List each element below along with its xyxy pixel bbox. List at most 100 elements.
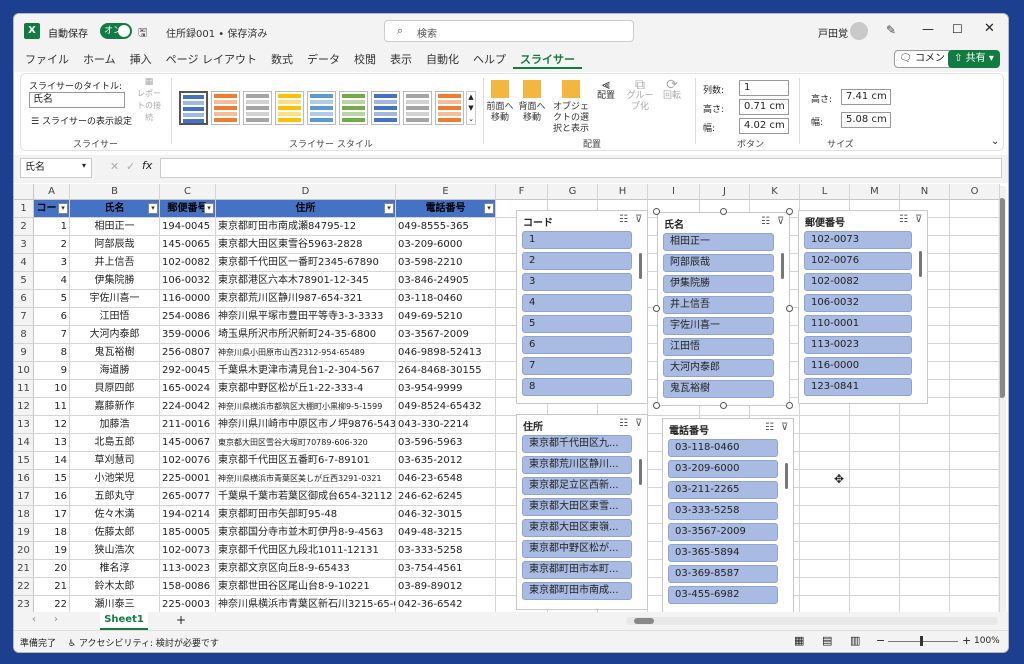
empty-cell[interactable] bbox=[800, 452, 850, 470]
empty-cell[interactable] bbox=[900, 470, 950, 488]
slicer-item[interactable]: 3 bbox=[522, 273, 632, 291]
table-cell[interactable]: 貝原四郎 bbox=[70, 380, 160, 398]
tab-5[interactable]: データ bbox=[300, 51, 347, 69]
column-header[interactable]: E bbox=[396, 184, 496, 200]
table-cell[interactable]: 145-0067 bbox=[160, 434, 216, 452]
slicer-scrollbar[interactable] bbox=[785, 463, 788, 489]
table-cell[interactable]: 加藤浩 bbox=[70, 416, 160, 434]
table-cell[interactable]: 116-0000 bbox=[160, 290, 216, 308]
page-break-icon[interactable]: ▥ bbox=[850, 634, 860, 647]
slicer-item[interactable]: 5 bbox=[522, 315, 632, 333]
filter-dropdown-icon[interactable]: ▾ bbox=[58, 203, 68, 214]
table-cell[interactable]: 145-0065 bbox=[160, 236, 216, 254]
style-swatch[interactable] bbox=[371, 91, 400, 125]
name-box-dropdown-icon[interactable]: ▾ bbox=[82, 161, 86, 170]
tab-2[interactable]: 挿入 bbox=[123, 51, 159, 69]
table-cell[interactable]: 東京都大田区雪谷大塚町70789-606-320 bbox=[216, 434, 396, 452]
slicer-item[interactable]: 102-0073 bbox=[804, 231, 912, 249]
row-header[interactable]: 18 bbox=[14, 506, 34, 524]
table-cell[interactable]: 千葉県木更津市清見台1-2-304-567 bbox=[216, 362, 396, 380]
empty-cell[interactable] bbox=[800, 542, 850, 560]
table-header-cell[interactable]: 住所 ▾ bbox=[216, 200, 396, 218]
row-header[interactable]: 14 bbox=[14, 434, 34, 452]
empty-cell[interactable] bbox=[800, 434, 850, 452]
table-cell[interactable]: 草刈慧司 bbox=[70, 452, 160, 470]
table-cell[interactable]: 10 bbox=[34, 380, 70, 398]
filter-dropdown-icon[interactable]: ▾ bbox=[484, 203, 494, 214]
table-cell[interactable]: 千葉県千葉市若葉区御成台654-32112 bbox=[216, 488, 396, 506]
table-cell[interactable]: 佐藤太郎 bbox=[70, 524, 160, 542]
slicer-caption-input[interactable]: 氏名 bbox=[29, 92, 125, 108]
empty-cell[interactable] bbox=[950, 560, 1000, 578]
autosave-toggle[interactable]: オン bbox=[100, 23, 132, 39]
filter-dropdown-icon[interactable]: ▾ bbox=[148, 203, 158, 214]
table-cell[interactable]: 鬼瓦裕樹 bbox=[70, 344, 160, 362]
slicer-item[interactable]: 伊集院勝 bbox=[663, 275, 774, 293]
table-cell[interactable]: 265-0077 bbox=[160, 488, 216, 506]
row-header[interactable]: 12 bbox=[14, 398, 34, 416]
clear-filter-icon[interactable]: ⊽ bbox=[635, 418, 642, 429]
style-swatch[interactable] bbox=[243, 91, 272, 125]
empty-cell[interactable] bbox=[950, 236, 1000, 254]
resize-handle[interactable] bbox=[786, 402, 793, 409]
table-cell[interactable]: 03-209-6000 bbox=[396, 236, 496, 254]
table-cell[interactable]: 小池栄児 bbox=[70, 470, 160, 488]
empty-cell[interactable] bbox=[950, 254, 1000, 272]
table-cell[interactable]: 4 bbox=[34, 272, 70, 290]
empty-cell[interactable] bbox=[850, 452, 900, 470]
slicer-tel[interactable]: 電話番号 ☷ ⊽ 03-118-0460 03-209-6000 03-211-2265 0… bbox=[662, 418, 794, 614]
slicer-width-spinner[interactable]: 5.08 cm bbox=[841, 112, 891, 128]
slicer-item[interactable]: 03-209-6000 bbox=[668, 460, 778, 478]
column-header[interactable]: A bbox=[34, 184, 70, 200]
table-cell[interactable]: 15 bbox=[34, 470, 70, 488]
table-cell[interactable]: 相田正一 bbox=[70, 218, 160, 236]
empty-cell[interactable] bbox=[900, 452, 950, 470]
style-swatch[interactable] bbox=[179, 91, 208, 125]
table-cell[interactable]: 1 bbox=[34, 218, 70, 236]
slicer-item[interactable]: 03-369-8587 bbox=[668, 565, 778, 583]
row-header[interactable]: 8 bbox=[14, 326, 34, 344]
table-cell[interactable]: 5 bbox=[34, 290, 70, 308]
table-cell[interactable]: 神奈川県横浜市都筑区大棚町小黒柳9-5-1599 bbox=[216, 398, 396, 416]
empty-cell[interactable] bbox=[900, 506, 950, 524]
style-swatch[interactable] bbox=[339, 91, 368, 125]
slicer-name[interactable]: 氏名 ☷ ⊽ 相田正一 阿部辰哉 伊集院勝 井上信吾 宇佐川喜一 江田悟 大河内泰郎 鬼瓦裕樹 bbox=[657, 212, 790, 406]
slicer-item[interactable]: 106-0032 bbox=[804, 294, 912, 312]
slicer-item[interactable]: 東京都町田市南成... bbox=[522, 582, 632, 600]
table-cell[interactable]: 2 bbox=[34, 236, 70, 254]
table-cell[interactable]: 256-0807 bbox=[160, 344, 216, 362]
table-cell[interactable]: 102-0073 bbox=[160, 542, 216, 560]
slicer-item[interactable]: 江田悟 bbox=[663, 338, 774, 356]
slicer-item[interactable]: 03-211-2265 bbox=[668, 481, 778, 499]
column-header[interactable]: K bbox=[750, 184, 800, 200]
empty-cell[interactable] bbox=[900, 488, 950, 506]
table-cell[interactable]: 106-0032 bbox=[160, 272, 216, 290]
empty-cell[interactable] bbox=[950, 416, 1000, 434]
empty-cell[interactable] bbox=[950, 344, 1000, 362]
slicer-item[interactable]: 4 bbox=[522, 294, 632, 312]
column-header[interactable]: I bbox=[648, 184, 700, 200]
table-cell[interactable]: 292-0045 bbox=[160, 362, 216, 380]
table-cell[interactable]: 158-0086 bbox=[160, 578, 216, 596]
empty-cell[interactable] bbox=[950, 398, 1000, 416]
slicer-item[interactable]: 102-0082 bbox=[804, 273, 912, 291]
table-cell[interactable]: 049-8555-365 bbox=[396, 218, 496, 236]
empty-cell[interactable] bbox=[950, 362, 1000, 380]
collapse-ribbon-icon[interactable]: ⌄ bbox=[991, 136, 999, 147]
table-cell[interactable]: 03-118-0460 bbox=[396, 290, 496, 308]
empty-cell[interactable] bbox=[900, 578, 950, 596]
style-swatch[interactable] bbox=[275, 91, 304, 125]
empty-cell[interactable] bbox=[950, 272, 1000, 290]
table-cell[interactable]: 194-0214 bbox=[160, 506, 216, 524]
maximize-icon[interactable]: ☐ bbox=[952, 22, 963, 36]
selection-pane-button[interactable]: オブジェクトの選択と表示 bbox=[549, 80, 593, 135]
table-cell[interactable]: 264-8468-30155 bbox=[396, 362, 496, 380]
table-cell[interactable]: 13 bbox=[34, 434, 70, 452]
slicer-item[interactable]: 03-118-0460 bbox=[668, 439, 778, 457]
empty-cell[interactable] bbox=[950, 470, 1000, 488]
slicer-item[interactable]: 7 bbox=[522, 357, 632, 375]
empty-cell[interactable] bbox=[950, 542, 1000, 560]
empty-cell[interactable] bbox=[950, 506, 1000, 524]
row-header[interactable]: 3 bbox=[14, 236, 34, 254]
empty-cell[interactable] bbox=[950, 578, 1000, 596]
